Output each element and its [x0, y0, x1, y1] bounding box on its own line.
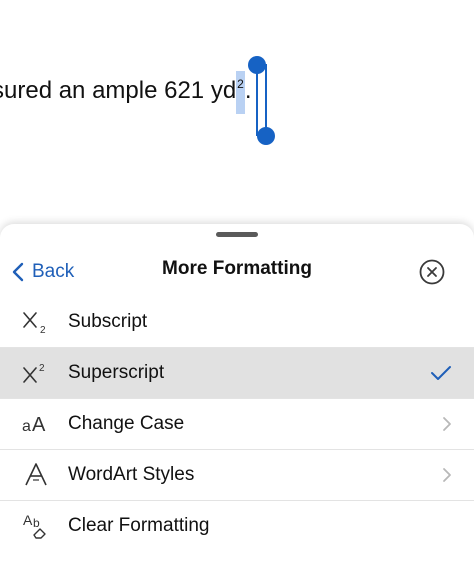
subscript-icon: 2: [20, 297, 52, 347]
document-text: sured an ample 621 yd: [0, 77, 237, 104]
sheet-grabber[interactable]: [216, 232, 258, 237]
change-case-icon: a A: [20, 399, 52, 449]
document-canvas[interactable]: sured an ample 621 yd2.: [0, 0, 474, 224]
formatting-menu: 2 Subscript 2 Superscript a A Change Cas…: [0, 297, 474, 551]
menu-item-change-case[interactable]: a A Change Case: [0, 399, 474, 450]
superscript-icon: 2: [20, 348, 52, 398]
svg-text:A: A: [23, 512, 33, 528]
menu-item-label: Change Case: [68, 413, 185, 434]
selection-start-caret: [256, 64, 258, 136]
superscript-text: 2: [237, 77, 244, 91]
clear-formatting-icon: A b: [20, 501, 52, 551]
svg-text:b: b: [33, 516, 40, 530]
selection-end-handle[interactable]: [257, 127, 275, 145]
menu-item-label: Clear Formatting: [68, 515, 210, 536]
more-formatting-sheet: Back More Formatting 2 Subscript 2 Super…: [0, 224, 474, 564]
svg-text:2: 2: [40, 325, 46, 336]
close-button[interactable]: [419, 259, 445, 285]
selection-start-handle[interactable]: [248, 56, 266, 74]
menu-item-wordart-styles[interactable]: WordArt Styles: [0, 450, 474, 501]
menu-item-label: WordArt Styles: [68, 464, 195, 485]
wordart-icon: [20, 450, 52, 500]
menu-item-label: Subscript: [68, 311, 148, 332]
svg-text:2: 2: [39, 363, 45, 374]
selection-end-caret: [265, 64, 267, 136]
chevron-right-icon: [442, 399, 452, 449]
sheet-title: More Formatting: [162, 258, 312, 279]
menu-item-label: Superscript: [68, 362, 165, 383]
document-text-line[interactable]: sured an ample 621 yd2.: [0, 71, 252, 114]
selected-text[interactable]: 2: [236, 71, 245, 114]
menu-item-subscript[interactable]: 2 Subscript: [0, 297, 474, 348]
menu-item-clear-formatting[interactable]: A b Clear Formatting: [0, 501, 474, 551]
checkmark-icon: [430, 348, 452, 398]
menu-item-superscript[interactable]: 2 Superscript: [0, 348, 474, 399]
close-circle-icon: [419, 259, 445, 285]
chevron-right-icon: [442, 450, 452, 500]
sheet-header: Back More Formatting: [0, 244, 474, 300]
svg-text:A: A: [32, 414, 46, 436]
document-text-end: .: [244, 77, 252, 104]
svg-text:a: a: [22, 418, 31, 435]
